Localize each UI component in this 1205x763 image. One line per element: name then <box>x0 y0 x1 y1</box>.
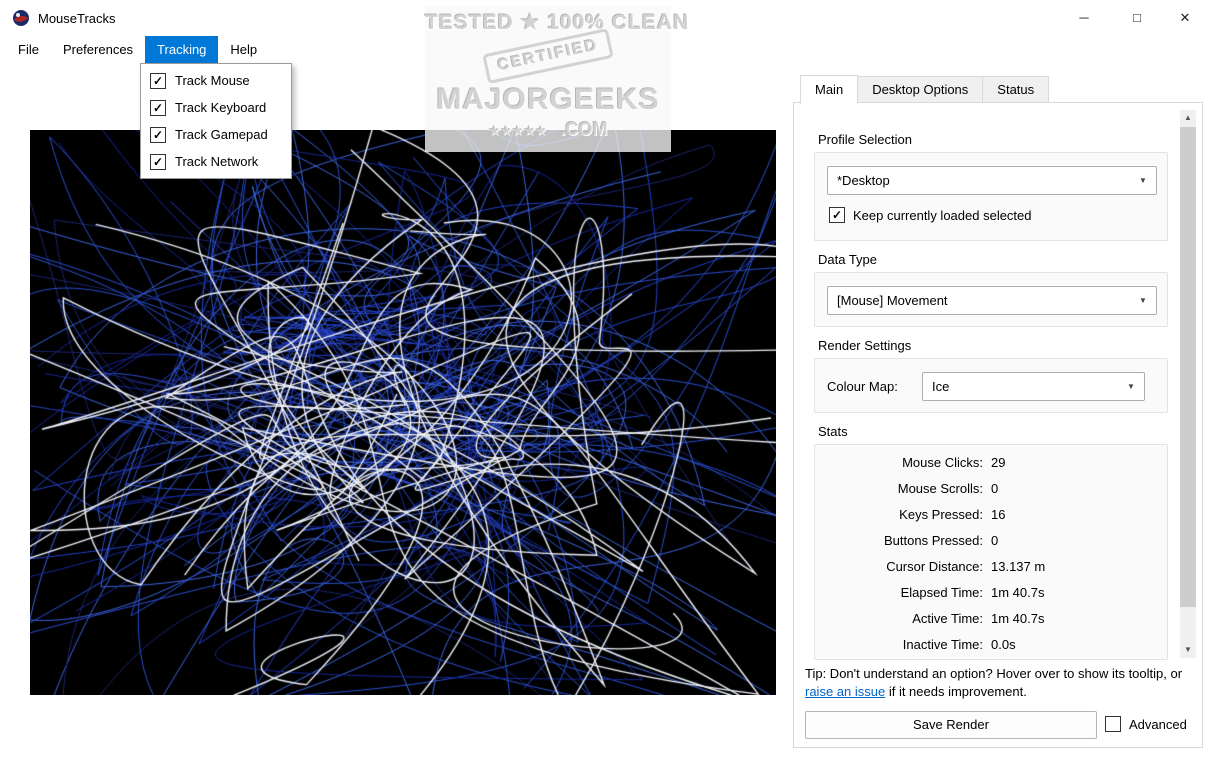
stat-row: Mouse Clicks: 29 <box>815 455 1168 481</box>
save-render-button[interactable]: Save Render <box>805 711 1097 739</box>
advanced-label: Advanced <box>1129 717 1187 732</box>
scroll-down-icon[interactable]: ▼ <box>1180 642 1196 658</box>
menu-item-track-network[interactable]: Track Network <box>141 148 291 175</box>
stat-row: Elapsed Time: 1m 40.7s <box>815 585 1168 611</box>
profile-dropdown-value: *Desktop <box>837 173 890 188</box>
profile-selection-group: *Desktop ▼ Keep currently loaded selecte… <box>814 152 1168 241</box>
stat-row: Active Time: 1m 40.7s <box>815 611 1168 637</box>
track-canvas <box>30 130 776 695</box>
tab-bar: Main Desktop Options Status <box>800 75 1203 103</box>
mousetracks-window: MouseTracks ─ □ ✕ File Preferences Track… <box>0 0 1205 763</box>
checkbox-checked-icon <box>150 100 166 116</box>
close-button[interactable]: ✕ <box>1162 0 1205 36</box>
track-render-view <box>30 130 776 695</box>
scroll-up-icon[interactable]: ▲ <box>1180 110 1196 126</box>
checkbox-checked-icon <box>150 154 166 170</box>
menu-item-track-gamepad[interactable]: Track Gamepad <box>141 121 291 148</box>
tab-status[interactable]: Status <box>982 76 1049 103</box>
menu-tracking[interactable]: Tracking <box>145 36 218 63</box>
app-icon <box>12 9 30 27</box>
menu-help[interactable]: Help <box>218 36 269 63</box>
watermark-brand: MAJORGEEKS <box>425 83 671 117</box>
settings-panel: Main Desktop Options Status Profile Sele… <box>793 75 1203 748</box>
keep-loaded-checkbox-row[interactable]: Keep currently loaded selected <box>829 207 1032 223</box>
profile-dropdown[interactable]: *Desktop ▼ <box>827 166 1157 195</box>
raise-issue-link[interactable]: raise an issue <box>805 684 885 699</box>
menu-item-label: Track Gamepad <box>175 127 268 142</box>
menu-item-label: Track Network <box>175 154 258 169</box>
render-settings-group: Colour Map: Ice ▼ <box>814 358 1168 413</box>
colour-map-dropdown[interactable]: Ice ▼ <box>922 372 1145 401</box>
tab-main[interactable]: Main <box>800 75 858 104</box>
stars-icon: ★★★★★ <box>489 123 547 138</box>
stat-row: Cursor Distance: 13.137 m <box>815 559 1168 585</box>
stat-row: Keys Pressed: 16 <box>815 507 1168 533</box>
chevron-down-icon: ▼ <box>1130 176 1156 185</box>
profile-selection-heading: Profile Selection <box>818 132 912 147</box>
data-type-dropdown[interactable]: [Mouse] Movement ▼ <box>827 286 1157 315</box>
menu-item-label: Track Keyboard <box>175 100 266 115</box>
menu-preferences[interactable]: Preferences <box>51 36 145 63</box>
watermark-tested-line: TESTED ★ 100% CLEAN <box>425 10 671 35</box>
tracking-dropdown-menu: Track Mouse Track Keyboard Track Gamepad… <box>140 63 292 179</box>
menu-item-track-keyboard[interactable]: Track Keyboard <box>141 94 291 121</box>
advanced-checkbox-row[interactable]: Advanced <box>1105 716 1187 732</box>
menu-item-label: Track Mouse <box>175 73 250 88</box>
majorgeeks-watermark: TESTED ★ 100% CLEAN CERTIFIED MAJORGEEKS… <box>425 6 671 152</box>
certified-badge: CERTIFIED <box>482 28 614 84</box>
stat-row: Buttons Pressed: 0 <box>815 533 1168 559</box>
stats-group: Mouse Clicks: 29 Mouse Scrolls: 0 Keys P… <box>814 444 1168 660</box>
checkbox-checked-icon <box>150 73 166 89</box>
checkbox-checked-icon[interactable] <box>829 207 845 223</box>
stats-heading: Stats <box>818 424 848 439</box>
data-type-heading: Data Type <box>818 252 877 267</box>
main-tab-page: Profile Selection *Desktop ▼ Keep curren… <box>793 102 1203 748</box>
maximize-button[interactable]: □ <box>1114 0 1160 36</box>
data-type-dropdown-value: [Mouse] Movement <box>837 293 948 308</box>
tab-desktop-options[interactable]: Desktop Options <box>857 76 983 103</box>
minimize-button[interactable]: ─ <box>1061 0 1107 36</box>
star-icon: ★ <box>521 11 541 34</box>
tip-text: Tip: Don't understand an option? Hover o… <box>805 665 1183 701</box>
colour-map-label: Colour Map: <box>827 379 898 394</box>
checkbox-checked-icon <box>150 127 166 143</box>
data-type-group: [Mouse] Movement ▼ <box>814 272 1168 327</box>
scrollbar-thumb[interactable] <box>1180 127 1196 607</box>
watermark-badge-area: CERTIFIED <box>425 41 671 81</box>
colour-map-dropdown-value: Ice <box>932 379 949 394</box>
keep-loaded-label: Keep currently loaded selected <box>853 208 1032 223</box>
vertical-scrollbar[interactable]: ▲ ▼ <box>1180 110 1196 658</box>
menu-file[interactable]: File <box>6 36 51 63</box>
stat-row: Mouse Scrolls: 0 <box>815 481 1168 507</box>
chevron-down-icon: ▼ <box>1118 382 1144 391</box>
checkbox-unchecked-icon[interactable] <box>1105 716 1121 732</box>
window-title: MouseTracks <box>38 11 116 26</box>
stat-row: Inactive Time: 0.0s <box>815 637 1168 660</box>
watermark-footer: ★★★★★ .COM <box>425 119 671 140</box>
menu-item-track-mouse[interactable]: Track Mouse <box>141 67 291 94</box>
render-settings-heading: Render Settings <box>818 338 911 353</box>
chevron-down-icon: ▼ <box>1130 296 1156 305</box>
